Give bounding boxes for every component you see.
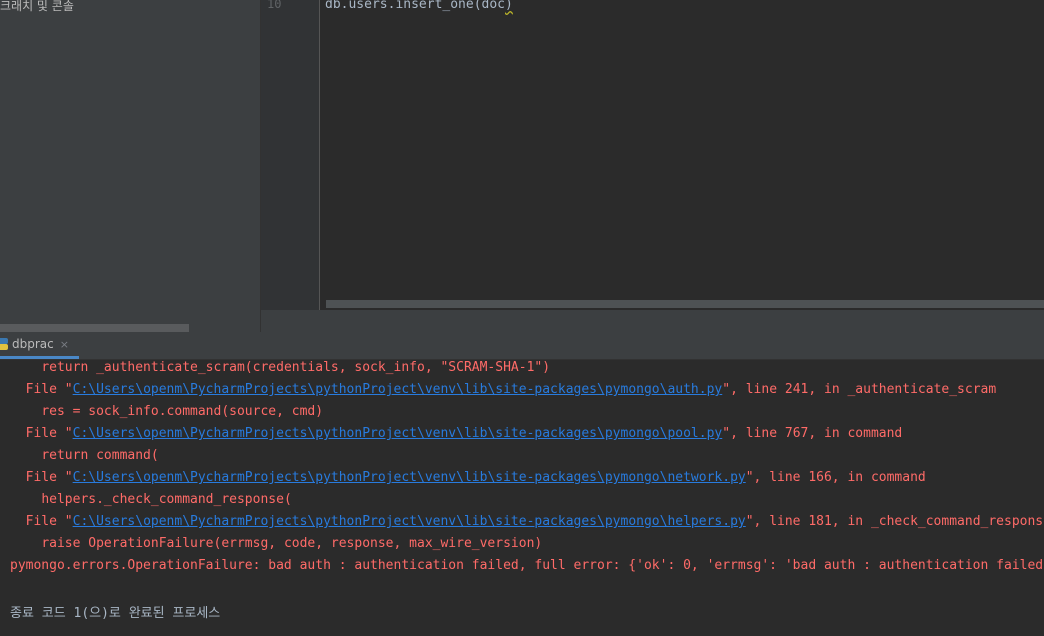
file-path-link[interactable]: C:\Users\openm\PycharmProjects\pythonPro…	[73, 382, 723, 397]
process-exit-message: 종료 코드 1(으)로 완료된 프로세스	[10, 606, 221, 621]
console-line: File "C:\Users\openm\PycharmProjects\pyt…	[10, 470, 926, 485]
console-line: File "C:\Users\openm\PycharmProjects\pyt…	[10, 514, 1044, 529]
console-line: File "C:\Users\openm\PycharmProjects\pyt…	[10, 426, 903, 441]
editor-horizontal-scrollbar[interactable]	[326, 300, 1044, 308]
project-sidebar: 크래치 및 콘솔	[0, 0, 260, 332]
editor-gutter: 10	[261, 0, 319, 310]
console-line: return command(	[41, 448, 159, 463]
code-line[interactable]: db.users.insert_one(doc)	[325, 0, 513, 12]
console-line: File "C:\Users\openm\PycharmProjects\pyt…	[10, 382, 997, 397]
code-warning-marker: )	[505, 0, 513, 12]
sidebar-item-scratches-and-consoles[interactable]: 크래치 및 콘솔	[0, 0, 74, 14]
editor-breadcrumb-bar	[261, 310, 1044, 332]
tab-run-dbprac[interactable]: dbprac ×	[0, 332, 79, 359]
python-icon	[0, 338, 8, 350]
code-text: db.users.insert_one(doc	[325, 0, 506, 12]
gutter-divider	[319, 0, 320, 310]
console-error-message: pymongo.errors.OperationFailure: bad aut…	[10, 558, 1044, 573]
file-path-link[interactable]: C:\Users\openm\PycharmProjects\pythonPro…	[73, 470, 746, 485]
sidebar-horizontal-scrollbar[interactable]	[0, 324, 189, 332]
close-icon[interactable]: ×	[60, 338, 69, 351]
run-tab-label: dbprac	[12, 337, 54, 351]
file-path-link[interactable]: C:\Users\openm\PycharmProjects\pythonPro…	[73, 426, 723, 441]
run-console[interactable]: return _authenticate_scram(credentials, …	[0, 360, 1044, 636]
code-editor[interactable]: 10 db.users.insert_one(doc)	[261, 0, 1044, 332]
console-line: res = sock_info.command(source, cmd)	[41, 404, 324, 419]
console-line: raise OperationFailure(errmsg, code, res…	[41, 536, 543, 551]
file-path-link[interactable]: C:\Users\openm\PycharmProjects\pythonPro…	[73, 514, 746, 529]
console-line: return _authenticate_scram(credentials, …	[41, 360, 551, 375]
run-tab-bar: dbprac ×	[0, 332, 1044, 360]
console-line: helpers._check_command_response(	[41, 492, 292, 507]
line-number: 10	[267, 0, 282, 11]
